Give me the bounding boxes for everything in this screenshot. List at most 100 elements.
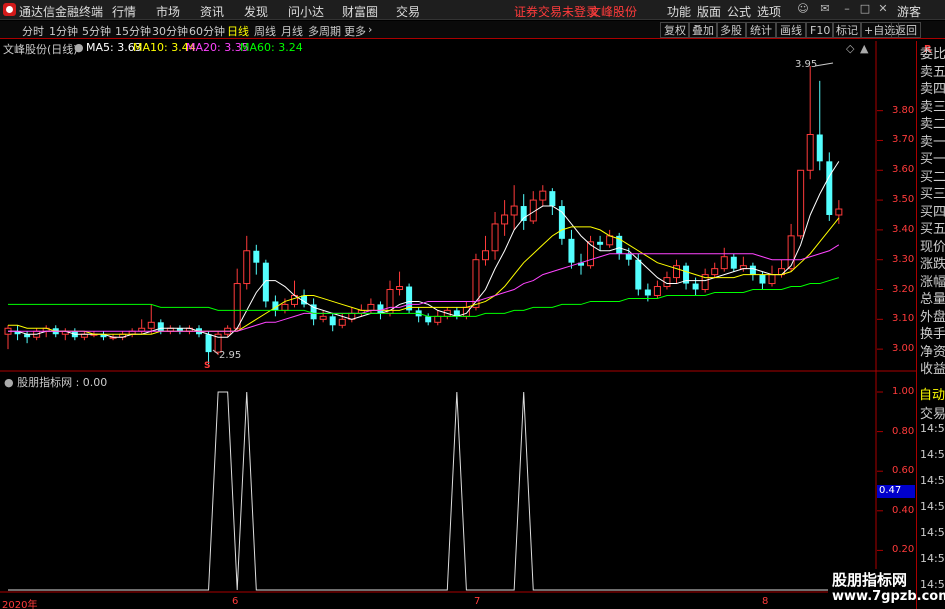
candle-14 (138, 319, 146, 335)
btn-duogu[interactable]: 多股 (716, 22, 746, 38)
y-tick-label-1: 3.10 (892, 313, 915, 325)
menu-jiaoyi[interactable]: 交易 (396, 3, 420, 20)
period-60min[interactable]: 60分钟 (189, 23, 225, 39)
btn-fuquan[interactable]: 复权 (660, 22, 690, 38)
period-multi[interactable]: 多周期 (308, 23, 341, 39)
side-item-7: 买二 (920, 169, 945, 185)
chevron-right-icon[interactable]: › (368, 23, 372, 36)
candle-81 (778, 259, 786, 278)
settings-dot-icon[interactable]: ● (74, 41, 84, 54)
candle-31 (301, 289, 308, 308)
trade-tab[interactable]: 交易 (920, 403, 945, 422)
btn-f10[interactable]: F10 (806, 22, 835, 38)
candle-3 (33, 328, 41, 341)
menu-hangqing[interactable]: 行情 (112, 3, 136, 20)
btn-diejia[interactable]: 叠加 (688, 22, 718, 38)
menu-caifuquan[interactable]: 财富圈 (342, 3, 378, 20)
title-bar: 通达信金融终端 行情 市场 资讯 发现 问小达 财富圈 交易 证券交易未登录 文… (0, 0, 945, 20)
btn-huaxian[interactable]: 画线 (776, 22, 806, 38)
candle-55 (529, 191, 537, 224)
candle-76 (730, 253, 737, 272)
maximize-icon[interactable]: □ (858, 2, 872, 16)
menu-xuanxiang[interactable]: 选项 (757, 3, 781, 20)
period-30min[interactable]: 30分钟 (152, 23, 188, 39)
ind-y-tick-label-2: 0.60 (892, 465, 915, 477)
minimize-icon[interactable]: – (840, 2, 854, 16)
menu-gongshi[interactable]: 公式 (727, 3, 751, 20)
period-more[interactable]: 更多 (344, 23, 366, 39)
candle-9 (90, 331, 98, 338)
side-item-2: 卖四 (920, 82, 945, 97)
period-daily[interactable]: 日线 (227, 23, 249, 39)
candle-63 (606, 229, 614, 248)
side-item-11: 现价 (920, 239, 945, 255)
y-tick-label-2: 3.20 (892, 283, 915, 295)
close-icon[interactable]: ✕ (876, 2, 890, 16)
candle-15 (147, 304, 155, 335)
menu-zixun[interactable]: 资讯 (200, 3, 224, 20)
menu-gongneng[interactable]: 功能 (667, 3, 691, 20)
y-tick-label-0: 3.00 (892, 343, 915, 355)
candle-24 (233, 268, 241, 332)
candle-77 (739, 256, 747, 272)
period-1min[interactable]: 1分钟 (49, 23, 78, 39)
diamond-icon[interactable]: ◇ (846, 42, 854, 55)
side-item-10: 买五 (920, 222, 945, 237)
period-weekly[interactable]: 周线 (254, 23, 276, 39)
candle-41 (396, 271, 404, 296)
side-item-6: 买一 (920, 152, 945, 167)
candle-27 (262, 259, 269, 308)
app-logo-icon (3, 3, 16, 16)
trade-login-warning[interactable]: 证券交易未登录 (514, 3, 598, 20)
btn-biaoji[interactable]: 标记 (832, 22, 862, 38)
candle-42 (406, 283, 413, 314)
candle-16 (157, 319, 164, 335)
y-tick-label-6: 3.60 (892, 164, 915, 176)
watermark: 股朋指标网 www.7gpzb.com (828, 569, 945, 609)
ind-y-tick-label-0: 0.20 (892, 544, 915, 556)
candle-23 (224, 325, 232, 338)
mail-icon[interactable]: ✉ (818, 2, 832, 16)
candle-13 (128, 328, 136, 338)
candle-53 (510, 185, 518, 230)
candle-5 (52, 325, 59, 338)
ind-y-tick-label-3: 0.80 (892, 425, 915, 437)
menu-banmian[interactable]: 版面 (697, 3, 721, 20)
auto-button[interactable]: 自动 (919, 384, 945, 403)
user-label[interactable]: 游客 (897, 3, 921, 20)
user-icon[interactable]: ☺ (796, 2, 810, 16)
side-item-0: 委比 (920, 47, 945, 62)
candle-20 (196, 325, 202, 338)
indicator-settings-icon[interactable]: ● (4, 376, 14, 389)
btn-back[interactable]: 返回 (891, 22, 921, 38)
side-item-3: 卖三 (920, 99, 945, 115)
period-15min[interactable]: 15分钟 (115, 23, 151, 39)
candle-80 (768, 265, 776, 287)
candle-70 (673, 259, 680, 284)
candle-43 (415, 307, 422, 323)
period-5min[interactable]: 5分钟 (82, 23, 111, 39)
candle-28 (272, 295, 279, 317)
candle-82 (787, 223, 795, 272)
side-item-12: 涨跌 (920, 257, 945, 272)
btn-tongji[interactable]: 统计 (746, 22, 776, 38)
menu-shichang[interactable]: 市场 (156, 3, 180, 20)
candle-36 (348, 307, 356, 323)
candle-21 (205, 331, 212, 365)
chart-title: 文峰股份(日线) (3, 43, 78, 56)
caret-up-icon[interactable]: ▲ (860, 42, 868, 55)
candle-45 (434, 310, 442, 326)
side-item-18: 收益 (920, 362, 945, 377)
period-monthly[interactable]: 月线 (281, 23, 303, 39)
candle-26 (253, 244, 260, 275)
side-item-14: 总量 (920, 292, 945, 307)
period-fenshi[interactable]: 分时 (22, 23, 44, 39)
candle-85 (816, 80, 823, 171)
indicator-title: 股朋指标网 : 0.00 (17, 376, 108, 389)
menu-wenxiaoda[interactable]: 问小达 (288, 3, 324, 20)
trade-time-1: 14:56 (920, 448, 945, 461)
menu-faxian[interactable]: 发现 (244, 3, 268, 20)
candle-37 (357, 304, 365, 317)
candle-59 (568, 229, 575, 269)
trade-time-3: 14:56 (920, 500, 945, 513)
